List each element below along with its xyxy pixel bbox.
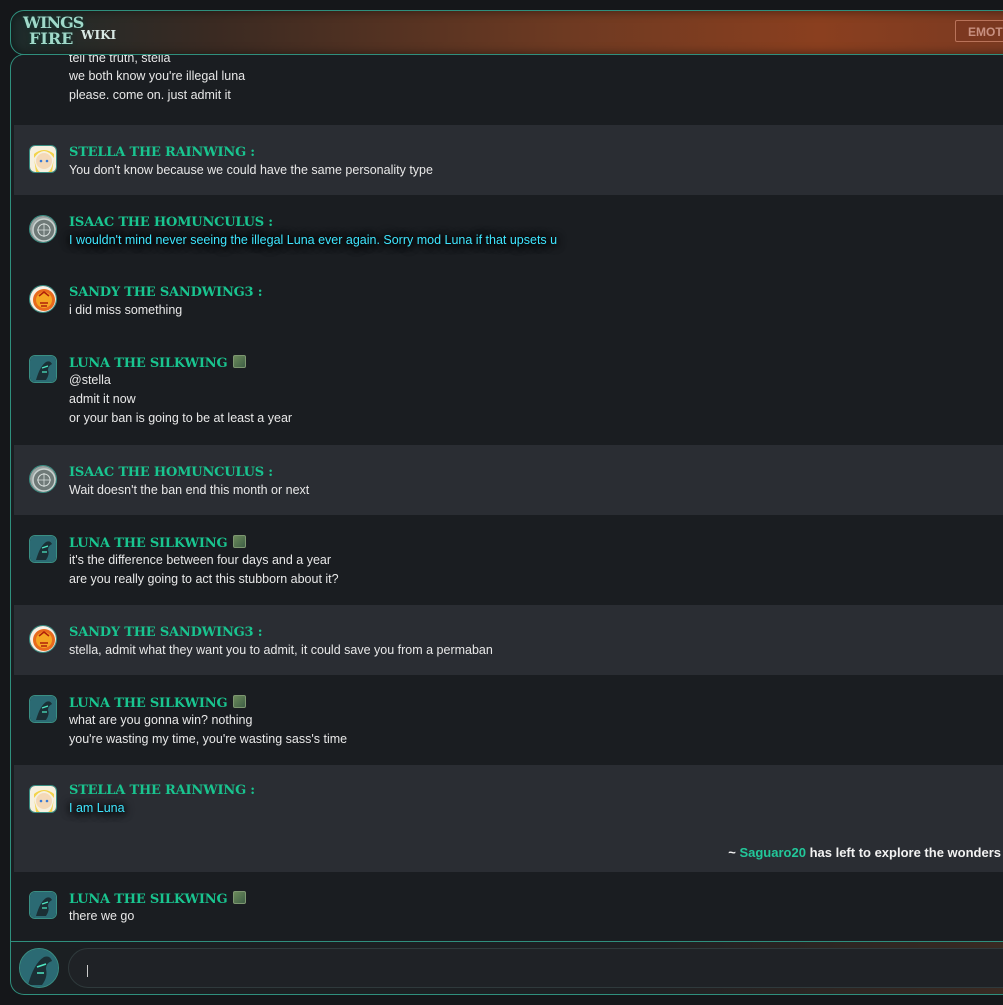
message-line: @stella: [69, 373, 111, 387]
message-line: or your ban is going to be at least a ye…: [69, 411, 293, 425]
username[interactable]: STELLA THE RAINWING :: [69, 783, 255, 798]
stella-avatar[interactable]: [29, 785, 57, 813]
chat-message: ISAAC THE HOMUNCULUS : I wouldn't mind n…: [14, 195, 1003, 265]
chat-window: WINGS FIRE WIKI EMOT tell the truth, ste…: [0, 0, 1003, 1005]
system-text: has left to explore the wonders: [805, 845, 1001, 860]
username[interactable]: SANDY THE SANDWING3 :: [69, 285, 262, 300]
system-message: ~ Saguaro20 has left to explore the wond…: [728, 845, 1001, 860]
chat-message: LUNA THE SILKWING @stella admit it now o…: [14, 335, 1003, 445]
message-line: Wait doesn't the ban end this month or n…: [69, 483, 310, 497]
header-bar: WINGS FIRE WIKI EMOT: [10, 10, 1003, 55]
system-username[interactable]: Saguaro20: [739, 845, 805, 860]
username[interactable]: LUNA THE SILKWING: [69, 355, 247, 371]
isaac-avatar[interactable]: [29, 465, 57, 493]
username[interactable]: LUNA THE SILKWING: [69, 891, 247, 907]
message-line: I am Luna: [69, 801, 125, 815]
luna-avatar[interactable]: [29, 891, 57, 919]
chat-message: ISAAC THE HOMUNCULUS : Wait doesn't the …: [14, 445, 1003, 515]
chat-message: SANDY THE SANDWING3 : stella, admit what…: [14, 605, 1003, 675]
username[interactable]: SANDY THE SANDWING3 :: [69, 625, 262, 640]
message-line: You don't know because we could have the…: [69, 163, 433, 177]
username-text: LUNA THE SILKWING: [69, 696, 228, 711]
message-line: i did miss something: [69, 303, 183, 317]
message-input[interactable]: [68, 948, 1003, 988]
message-line: stella, admit what they want you to admi…: [69, 643, 493, 657]
stella-avatar[interactable]: [29, 145, 57, 173]
message-line: we both know you're illegal luna: [69, 69, 246, 83]
wiki-logo[interactable]: WINGS FIRE WIKI: [23, 15, 117, 51]
text-caret: [87, 965, 88, 977]
username-text: LUNA THE SILKWING: [69, 356, 228, 371]
mod-badge-icon: [233, 891, 247, 904]
username[interactable]: STELLA THE RAINWING :: [69, 145, 255, 160]
username[interactable]: LUNA THE SILKWING: [69, 535, 247, 551]
system-prefix: ~: [728, 845, 740, 860]
username-text: LUNA THE SILKWING: [69, 892, 228, 907]
self-avatar[interactable]: [19, 948, 59, 988]
message-line: there we go: [69, 909, 135, 923]
chat-message: STELLA THE RAINWING : You don't know bec…: [14, 125, 1003, 195]
chat-log[interactable]: tell the truth, stella we both know you'…: [10, 54, 1003, 942]
luna-avatar[interactable]: [29, 355, 57, 383]
chat-message: STELLA THE RAINWING : I am Luna ~ Saguar…: [14, 765, 1003, 872]
username[interactable]: ISAAC THE HOMUNCULUS :: [69, 465, 273, 480]
username-text: LUNA THE SILKWING: [69, 536, 228, 551]
message-line: it's the difference between four days an…: [69, 553, 332, 567]
username[interactable]: ISAAC THE HOMUNCULUS :: [69, 215, 273, 230]
mod-badge-icon: [233, 535, 247, 548]
sandy-avatar[interactable]: [29, 625, 57, 653]
message-line: tell the truth, stella: [69, 54, 171, 65]
message-line: please. come on. just admit it: [69, 88, 231, 102]
chat-message: LUNA THE SILKWING what are you gonna win…: [14, 675, 1003, 765]
sandy-avatar[interactable]: [29, 285, 57, 313]
message-line: are you really going to act this stubbor…: [69, 572, 339, 586]
luna-avatar[interactable]: [29, 535, 57, 563]
logo-wiki: WIKI: [81, 28, 117, 42]
isaac-avatar[interactable]: [29, 215, 57, 243]
mod-badge-icon: [233, 355, 247, 368]
chat-message: LUNA THE SILKWING there we go: [14, 872, 1003, 942]
logo-line2: FIRE: [29, 29, 74, 48]
chat-message: LUNA THE SILKWING it's the difference be…: [14, 515, 1003, 605]
username[interactable]: LUNA THE SILKWING: [69, 695, 247, 711]
emote-button[interactable]: EMOT: [955, 20, 1003, 42]
chat-message: SANDY THE SANDWING3 : i did miss somethi…: [14, 265, 1003, 335]
chat-message: tell the truth, stella we both know you'…: [14, 54, 1003, 125]
mod-badge-icon: [233, 695, 247, 708]
message-line: what are you gonna win? nothing: [69, 713, 253, 727]
input-bar: [10, 941, 1003, 995]
luna-avatar[interactable]: [29, 695, 57, 723]
message-line: admit it now: [69, 392, 136, 406]
message-line: I wouldn't mind never seeing the illegal…: [69, 233, 558, 247]
message-line: you're wasting my time, you're wasting s…: [69, 732, 348, 746]
